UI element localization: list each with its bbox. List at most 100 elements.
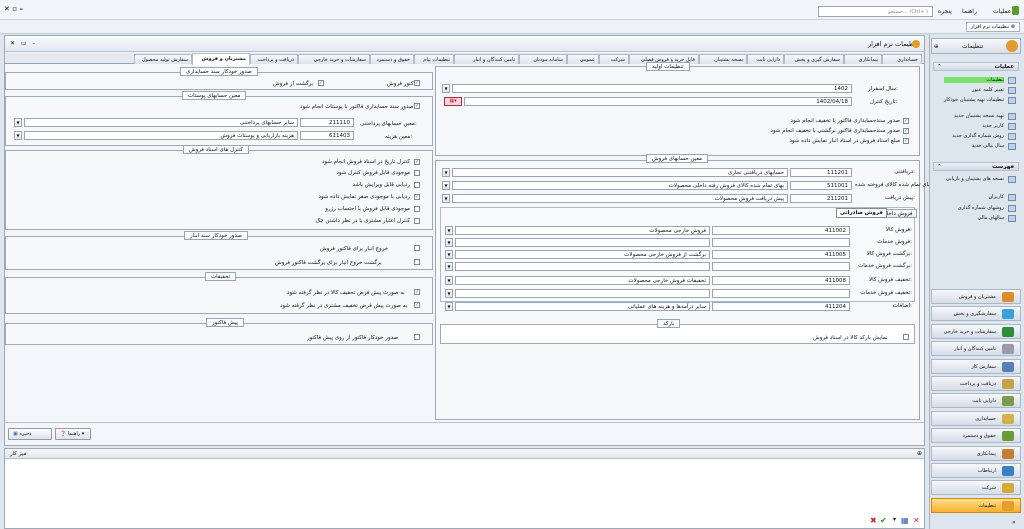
- side-op-item[interactable]: کاربر جدید: [944, 123, 1004, 129]
- sales-account-name[interactable]: حسابهای دریافتنی تجاری: [452, 168, 788, 177]
- collapse-icon[interactable]: ⌃: [937, 164, 942, 170]
- chevron-down-icon[interactable]: ▼: [14, 131, 22, 140]
- close-icon[interactable]: ✕: [913, 516, 920, 525]
- nav-button[interactable]: تامین کنندگان و انبار: [931, 341, 1021, 357]
- discounts-c2-checkbox[interactable]: ✓: [414, 302, 420, 308]
- tab-11[interactable]: حقوق و دستمزد: [370, 54, 414, 64]
- pin-icon[interactable]: ⊕: [917, 450, 922, 457]
- nav-button[interactable]: سفارشات و خرید خارجی: [931, 323, 1021, 339]
- tab-0[interactable]: حسابداری: [882, 54, 922, 64]
- proforma-c1-checkbox[interactable]: [414, 334, 420, 340]
- confirm-icon[interactable]: ✔: [880, 516, 887, 525]
- side-op-item[interactable]: روش شماره گذاری جدید: [944, 133, 1004, 139]
- nav-button[interactable]: دریافت و پرداخت: [931, 376, 1021, 391]
- chevron-down-icon[interactable]: ▼: [445, 250, 453, 259]
- chevron-down-icon[interactable]: ▼: [14, 118, 22, 127]
- control-checkbox[interactable]: ✓: [414, 159, 420, 165]
- tab-1[interactable]: پیمانکاری: [844, 54, 882, 64]
- nav-button[interactable]: تنظیمات: [931, 497, 1021, 513]
- sales-account-code[interactable]: 211201: [790, 194, 852, 203]
- chevron-down-icon[interactable]: ▼: [442, 168, 450, 177]
- nav-button[interactable]: پیمانکاری: [931, 445, 1021, 461]
- collapse-icon[interactable]: ⌃: [937, 64, 942, 70]
- dropdown-icon[interactable]: ▾: [893, 516, 896, 523]
- barcode-checkbox[interactable]: [903, 334, 909, 340]
- export-row-code[interactable]: 411204: [712, 302, 850, 311]
- menu-operations[interactable]: عملیات: [993, 8, 1011, 15]
- warehouse-c1-checkbox[interactable]: [414, 245, 420, 251]
- initial-checkbox[interactable]: ✓: [903, 138, 909, 144]
- delete-icon[interactable]: ✖: [870, 516, 877, 525]
- expand-icon[interactable]: »: [1012, 519, 1016, 526]
- export-row-name[interactable]: سایر درآمدها و هزینه های عملیاتی: [455, 302, 710, 311]
- payables-code[interactable]: 211110: [300, 118, 354, 127]
- pin-icon[interactable]: ⊕: [934, 44, 939, 50]
- chevron-down-icon[interactable]: ▼: [445, 276, 453, 285]
- chevron-down-icon[interactable]: ▼: [445, 226, 453, 235]
- lists-section[interactable]: فهرست ⌃: [933, 162, 1019, 171]
- tab-8[interactable]: سامانه مودیان: [519, 54, 567, 64]
- control-checkbox[interactable]: [414, 206, 420, 212]
- side-list-item[interactable]: سالهای مالی: [944, 215, 1004, 221]
- sales-account-code[interactable]: 111201: [790, 168, 852, 177]
- export-row-code[interactable]: 411005: [712, 250, 850, 259]
- menu-window[interactable]: پنجره: [938, 8, 952, 15]
- initial-checkbox[interactable]: ✓: [903, 128, 909, 134]
- window-controls[interactable]: ✕ ▫ –: [4, 5, 23, 13]
- sales-account-name[interactable]: پیش دریافت فروش محصولات: [452, 194, 788, 203]
- export-row-code[interactable]: 411002: [712, 226, 850, 235]
- export-row-name[interactable]: [455, 238, 710, 247]
- nav-button[interactable]: سفارش کار: [931, 358, 1021, 374]
- tab-export-sales[interactable]: فروش صادراتی: [836, 208, 887, 218]
- control-checkbox[interactable]: [414, 170, 420, 176]
- chevron-down-icon[interactable]: ▼: [442, 84, 450, 93]
- export-row-code[interactable]: [712, 262, 850, 271]
- calendar-icon[interactable]: ▦▾: [444, 97, 462, 106]
- close-icon[interactable]: ⊗: [1011, 24, 1015, 30]
- sales-account-name[interactable]: بهای تمام شده کالای فروش رفته داخلی محصو…: [452, 181, 788, 190]
- nav-button[interactable]: مشتریان و فروش: [931, 289, 1021, 304]
- export-row-code[interactable]: [712, 238, 850, 247]
- export-row-name[interactable]: [455, 289, 710, 298]
- chevron-down-icon[interactable]: ▼: [442, 194, 450, 203]
- discounts-c1-checkbox[interactable]: ✓: [414, 289, 420, 295]
- tab-14[interactable]: مشتریان و فروش: [192, 53, 250, 65]
- nav-button[interactable]: حقوق و دستمزد: [931, 428, 1021, 444]
- side-list-item[interactable]: نسخه های پشتیبان و بازیابی: [944, 176, 1004, 182]
- chevron-down-icon[interactable]: ▼: [445, 238, 453, 247]
- breadcrumb[interactable]: تنظیمات نرم افزار ⊗: [965, 22, 1020, 32]
- side-op-item[interactable]: تنظیمات تهیه پشتیبان خودکار: [944, 97, 1004, 103]
- export-row-code[interactable]: 411008: [712, 276, 850, 285]
- fiscal-year-input[interactable]: 1402: [452, 84, 852, 93]
- sales-account-code[interactable]: 511001: [790, 181, 852, 190]
- operations-section[interactable]: عملیات ⌃: [933, 62, 1019, 71]
- nav-button[interactable]: سفارشگیری و پخش: [931, 306, 1021, 322]
- tab-6[interactable]: شرکت: [599, 54, 629, 64]
- initial-checkbox[interactable]: ✓: [903, 118, 909, 124]
- search-input[interactable]: جستجو... (Ctrl+ ): [818, 6, 933, 17]
- nav-button[interactable]: ارتباطات: [931, 463, 1021, 478]
- export-row-code[interactable]: [712, 289, 850, 298]
- export-row-name[interactable]: برگشت از فروش خارجی محصولات: [455, 250, 710, 259]
- save-button[interactable]: ▣ ذخیره: [8, 428, 52, 440]
- help-button[interactable]: ❓ راهنما ▾: [55, 428, 91, 440]
- export-row-name[interactable]: [455, 262, 710, 271]
- warehouse-c2-checkbox[interactable]: [414, 259, 420, 265]
- control-checkbox[interactable]: ✓: [414, 194, 420, 200]
- nav-button[interactable]: حسابداری: [931, 410, 1021, 426]
- tab-15[interactable]: سفارش تولید محصول: [134, 54, 192, 64]
- export-row-name[interactable]: فروش خارجی محصولات: [455, 226, 710, 235]
- side-list-item[interactable]: کاربران: [944, 194, 1004, 200]
- grid-icon[interactable]: ▦: [901, 516, 909, 525]
- payables-name[interactable]: سایر حسابهای پرداختنی: [24, 118, 298, 127]
- chevron-down-icon[interactable]: ▼: [445, 302, 453, 311]
- export-row-name[interactable]: تخفیفات فروش خارجی محصولات: [455, 276, 710, 285]
- tab-10[interactable]: تنظیمات پیام: [414, 54, 454, 64]
- tab-3[interactable]: دارایی ثابت: [747, 54, 784, 64]
- tab-12[interactable]: سفارشات و خرید خارجی: [298, 54, 370, 64]
- nav-button[interactable]: شرکت: [931, 480, 1021, 496]
- chevron-down-icon[interactable]: ▼: [445, 289, 453, 298]
- expense-name[interactable]: هزینه بازاریابی و پوستات فروش: [24, 131, 298, 140]
- menu-help[interactable]: راهنما: [962, 8, 977, 15]
- tab-2[interactable]: سفارش گیری و پخش: [784, 54, 844, 64]
